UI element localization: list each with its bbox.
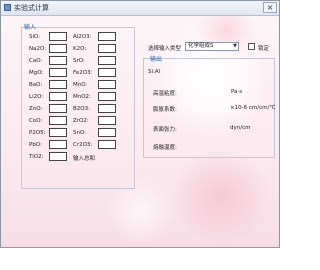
window-footer <box>0 248 280 270</box>
label-pbo: PbO: <box>29 142 42 148</box>
app-window: 实验式计算 × 输入 SiO: Al2O3: Na2O: K2O: CaO: S… <box>0 0 280 248</box>
label-p2o5: P2O5: <box>29 130 46 136</box>
expansion-label: 膨胀系数: <box>153 107 177 113</box>
output-group-title: 输出 <box>150 56 163 63</box>
label-sro: SrO: <box>73 58 85 64</box>
select-type-label: 选择输入类型 <box>148 46 182 52</box>
title-bar: 实验式计算 × <box>1 1 279 16</box>
input-cao[interactable] <box>49 56 67 65</box>
label-mno2: MnO2: <box>73 94 91 100</box>
input-type-select-value: 化学组成S <box>188 43 214 49</box>
label-al2o3: Al2O3: <box>73 34 92 40</box>
input-zno[interactable] <box>49 104 67 113</box>
label-mno: MnO: <box>73 82 88 88</box>
input-fe2o3[interactable] <box>98 68 116 77</box>
input-sno[interactable] <box>98 128 116 137</box>
si-al-ratio: Si:Al <box>148 69 161 75</box>
label-sio: SiO: <box>29 34 41 40</box>
viscosity-label: 高温粘度: <box>153 91 177 97</box>
input-mgo[interactable] <box>49 68 67 77</box>
input-li2o[interactable] <box>49 92 67 101</box>
label-mgo: MgO: <box>29 70 44 76</box>
chevron-down-icon: ▼ <box>233 43 237 49</box>
label-na2o: Na2O: <box>29 46 47 52</box>
label-tio2: TiO2: <box>29 154 44 160</box>
lock-checkbox-label: 锁定 <box>258 46 270 52</box>
input-bao[interactable] <box>49 80 67 89</box>
input-mno2[interactable] <box>98 92 116 101</box>
label-li2o: Li2O: <box>29 94 44 100</box>
input-zro2[interactable] <box>98 116 116 125</box>
input-tio2[interactable] <box>49 152 67 161</box>
label-k2o: K2O: <box>73 46 87 52</box>
melting-temp-label: 熔融温度: <box>153 145 177 151</box>
input-sro[interactable] <box>98 56 116 65</box>
label-input-total: 输入总和 <box>73 156 96 162</box>
expansion-unit: ×10-6 cm/cm/℃ <box>230 105 276 111</box>
input-na2o[interactable] <box>49 44 67 53</box>
label-cr2o3: Cr2O3: <box>73 142 93 148</box>
label-coo: CoO: <box>29 118 43 124</box>
label-bao: BaO: <box>29 82 43 88</box>
label-cao: CaO: <box>29 58 43 64</box>
app-icon <box>4 4 11 11</box>
label-b2o3: B2O3: <box>73 106 90 112</box>
input-b2o3[interactable] <box>98 104 116 113</box>
input-k2o[interactable] <box>98 44 116 53</box>
input-p2o5[interactable] <box>49 128 67 137</box>
surface-tension-unit: dyn/cm <box>230 125 251 131</box>
label-zno: ZnO: <box>29 106 43 112</box>
input-cr2o3[interactable] <box>98 140 116 149</box>
input-mno[interactable] <box>98 80 116 89</box>
label-sno: SnO: <box>73 130 87 136</box>
input-pbo[interactable] <box>49 140 67 149</box>
viscosity-unit: Pa·s <box>231 89 243 95</box>
close-button[interactable]: × <box>263 2 277 13</box>
input-al2o3[interactable] <box>98 32 116 41</box>
input-type-select[interactable]: 化学组成S ▼ <box>185 42 239 51</box>
input-coo[interactable] <box>49 116 67 125</box>
input-sio[interactable] <box>49 32 67 41</box>
label-zro2: ZrO2: <box>73 118 89 124</box>
surface-tension-label: 表面张力: <box>153 127 177 133</box>
label-fe2o3: Fe2O3: <box>73 70 93 76</box>
input-group-title: 输入 <box>24 24 37 31</box>
window-title: 实验式计算 <box>14 4 49 12</box>
lock-checkbox[interactable] <box>248 43 255 50</box>
